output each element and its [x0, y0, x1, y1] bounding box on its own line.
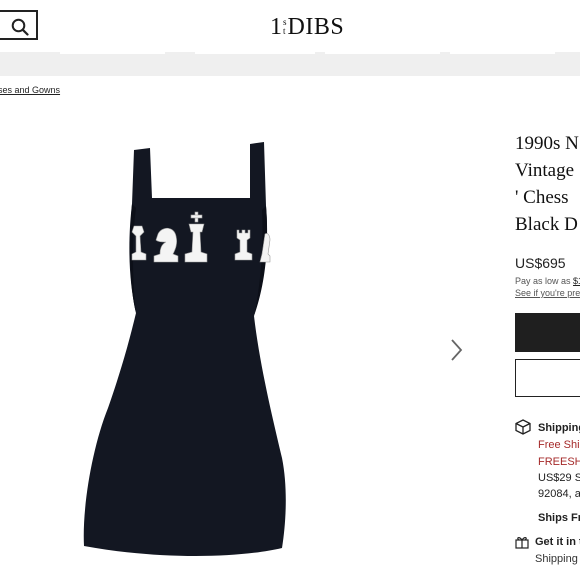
- package-icon: [515, 419, 531, 435]
- title-line: Vintage: [515, 160, 575, 181]
- title-line: Black D: [515, 214, 578, 235]
- product-title: 1990s N Vintage ' Chess Black D: [515, 130, 580, 238]
- title-line: ' Chess: [515, 187, 569, 208]
- delivery-estimate: Get it in t: [535, 536, 580, 548]
- promo-code: FREESHI: [538, 456, 580, 468]
- site-logo[interactable]: 1 s t DIBS: [270, 12, 344, 42]
- next-image-button[interactable]: [446, 336, 466, 364]
- site-header: 1 s t DIBS: [0, 0, 580, 52]
- search-button[interactable]: [0, 10, 38, 40]
- logo-number: 1: [270, 14, 282, 40]
- purchase-button[interactable]: [515, 313, 580, 352]
- nav-divider: [325, 52, 440, 54]
- make-offer-button[interactable]: [515, 359, 580, 397]
- nav-divider: [450, 52, 555, 54]
- chevron-right-icon: [451, 339, 463, 361]
- title-line: 1990s N: [515, 133, 579, 154]
- financing-link[interactable]: $1: [573, 276, 580, 286]
- logo-superscript: s t: [283, 17, 287, 36]
- gift-icon: [515, 537, 529, 549]
- shipping-zip: 92084, a: [538, 488, 580, 500]
- dress-shape: [83, 142, 286, 556]
- logo-wordmark: DIBS: [287, 13, 345, 40]
- shipping-note: Shipping: [535, 553, 578, 565]
- pay-as-low-as: Pay as low as $1: [515, 276, 580, 286]
- shipping-heading: Shipping: [538, 422, 580, 434]
- nav-divider: [195, 52, 315, 54]
- ships-from-label: Ships Fro: [538, 512, 580, 524]
- product-price: US$695: [515, 255, 566, 271]
- shipping-cost: US$29 S: [538, 472, 580, 484]
- breadcrumb-link[interactable]: ses and Gowns: [0, 85, 60, 95]
- nav-divider: [60, 52, 165, 54]
- dress-illustration: [83, 142, 286, 556]
- category-nav-bar: [0, 52, 580, 76]
- prequalify-link[interactable]: See if you're pre: [515, 288, 580, 298]
- product-image[interactable]: [70, 128, 310, 568]
- search-icon: [11, 18, 29, 36]
- free-shipping-text: Free Ship: [538, 439, 580, 451]
